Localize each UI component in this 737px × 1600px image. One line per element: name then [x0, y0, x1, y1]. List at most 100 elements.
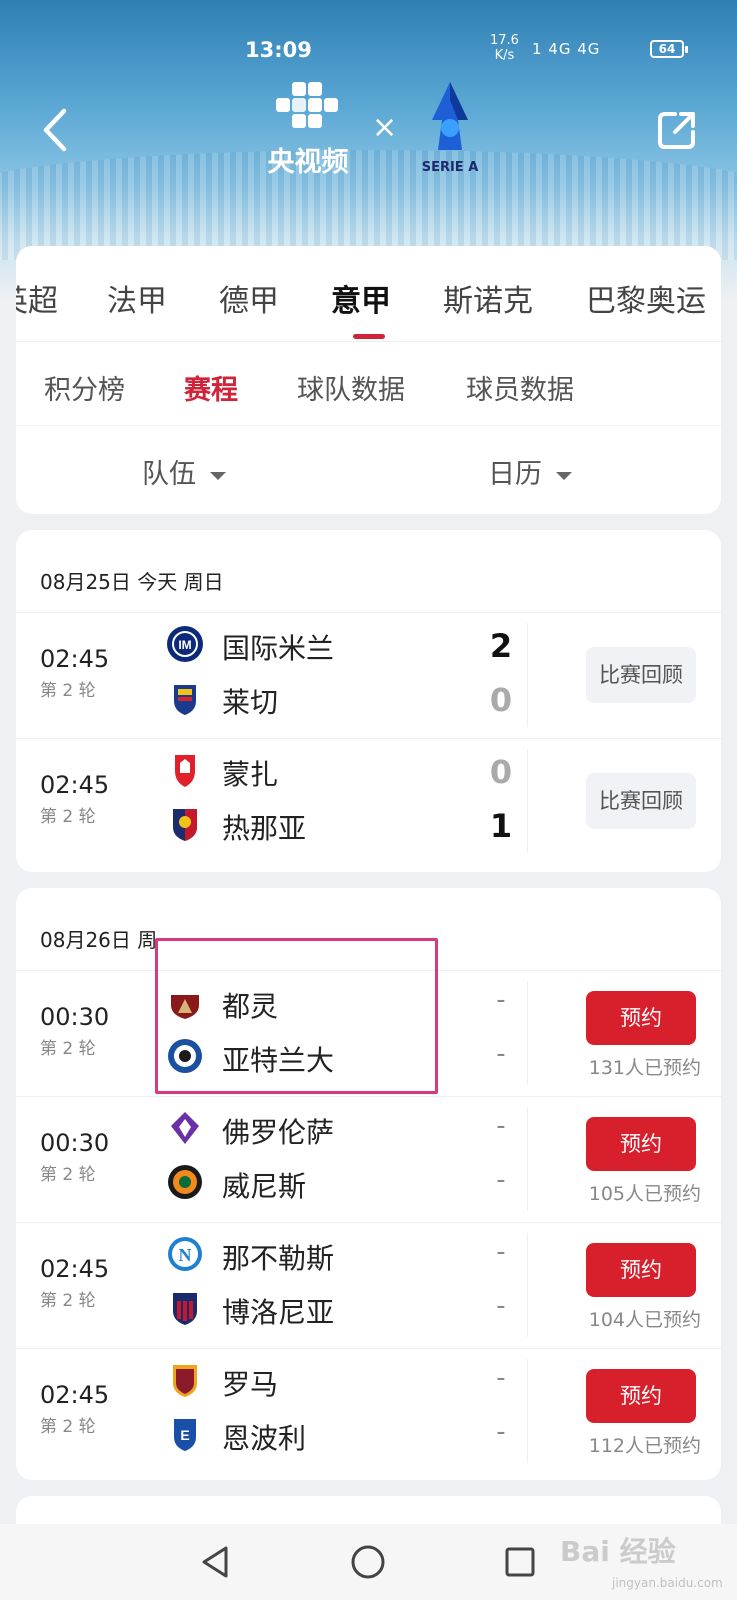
match-round: 第 2 轮	[40, 681, 96, 701]
tab-paris-olympics[interactable]: 巴黎奥运	[586, 276, 706, 320]
team-name: 热那亚	[222, 812, 307, 845]
match-time: 02:45	[40, 1381, 110, 1409]
match-time: 00:30	[40, 1129, 110, 1157]
team-name: 佛罗伦萨	[222, 1116, 335, 1149]
reserve-button[interactable]: 预约	[586, 1369, 696, 1423]
bologna-crest-icon	[173, 1293, 197, 1325]
signal-indicator: 1 4G 4G	[532, 40, 601, 58]
match-time: 00:30	[40, 1003, 110, 1031]
reserve-button[interactable]: 预约	[586, 1117, 696, 1171]
day-card: 08月25日 今天 周日 02:45 第 2 轮 IM 国际米兰 莱切 2 0 …	[16, 530, 721, 872]
fiorentina-crest-icon	[171, 1112, 199, 1144]
team-name: 国际米兰	[222, 632, 335, 665]
match-row[interactable]: 02:45 第 2 轮 IM 国际米兰 莱切 2 0 比赛回顾	[16, 613, 721, 739]
active-tab-indicator	[353, 334, 385, 339]
away-score: -	[496, 1039, 506, 1069]
team-name: 那不勒斯	[222, 1242, 335, 1275]
team-name: 蒙扎	[222, 758, 279, 791]
share-icon	[658, 112, 695, 149]
annotation-highlight-box	[155, 938, 438, 1094]
reservation-count: 112人已预约	[588, 1435, 701, 1457]
divider	[527, 1107, 528, 1211]
caret-down-icon	[556, 471, 572, 480]
reservation-count: 131人已预约	[588, 1057, 701, 1079]
match-row[interactable]: 00:30 第 2 轮 佛罗伦萨 威尼斯 - - 预约 105人已预约	[16, 1097, 721, 1223]
calendar-filter-label: 日历	[488, 459, 542, 490]
svg-text:N: N	[179, 1245, 192, 1265]
chevron-left-icon	[43, 108, 67, 152]
calendar-filter-dropdown[interactable]: 日历	[488, 452, 572, 491]
tab-serie-a[interactable]: 意甲	[331, 276, 391, 320]
empoli-crest-icon: E	[174, 1419, 196, 1451]
filter-bar: 队伍 日历	[16, 426, 721, 514]
home-score: -	[496, 1363, 506, 1393]
tab-bundesliga[interactable]: 德甲	[219, 276, 279, 320]
tab-ligue-1[interactable]: 法甲	[107, 276, 167, 320]
reservation-count: 104人已预约	[588, 1309, 701, 1331]
match-round: 第 2 轮	[40, 1291, 96, 1311]
team-filter-label: 队伍	[142, 459, 196, 490]
home-score: -	[496, 1111, 506, 1141]
match-row[interactable]: 02:45 第 2 轮 罗马 E 恩波利 - - 预约 112人已预约	[16, 1349, 721, 1475]
date-header: 08月25日 今天 周日	[40, 570, 224, 594]
home-score: -	[496, 1237, 506, 1267]
divider	[527, 1359, 528, 1463]
team-name: 罗马	[222, 1368, 279, 1401]
times-symbol: ×	[372, 110, 398, 145]
match-replay-button[interactable]: 比赛回顾	[586, 773, 696, 829]
home-score: 0	[489, 753, 513, 791]
serie-a-label: SERIE A	[421, 160, 479, 175]
cctv-logo-icon	[276, 82, 338, 128]
tab-premier-league[interactable]: 英超	[16, 276, 58, 320]
away-score: 0	[489, 681, 513, 719]
status-time: 13:09	[245, 38, 312, 62]
nav-home-button[interactable]	[348, 1542, 388, 1582]
match-time: 02:45	[40, 645, 110, 673]
divider	[527, 981, 528, 1085]
match-time: 02:45	[40, 1255, 110, 1283]
share-button[interactable]	[655, 108, 699, 152]
away-score: 1	[489, 807, 513, 845]
caret-down-icon	[210, 471, 226, 480]
match-replay-button[interactable]: 比赛回顾	[586, 647, 696, 703]
away-score: -	[496, 1165, 506, 1195]
match-round: 第 2 轮	[40, 1417, 96, 1437]
tab-player-stats[interactable]: 球员数据	[466, 368, 574, 407]
home-score: -	[496, 985, 506, 1015]
tab-standings[interactable]: 积分榜	[44, 368, 125, 407]
roma-crest-icon	[173, 1365, 197, 1397]
team-name: 威尼斯	[222, 1170, 307, 1203]
back-button[interactable]	[36, 105, 76, 155]
match-round: 第 2 轮	[40, 1165, 96, 1185]
reserve-button[interactable]: 预约	[586, 991, 696, 1045]
cctv-logo	[262, 80, 352, 140]
match-row[interactable]: 02:45 第 2 轮 N 那不勒斯 博洛尼亚 - - 预约 104人已预约	[16, 1223, 721, 1349]
match-row[interactable]: 02:45 第 2 轮 蒙扎 热那亚 0 1 比赛回顾	[16, 739, 721, 865]
tab-snooker[interactable]: 斯诺克	[443, 276, 533, 320]
reserve-button[interactable]: 预约	[586, 1243, 696, 1297]
nav-recents-button[interactable]	[500, 1542, 540, 1582]
navigation-card: 英超 法甲 德甲 意甲 斯诺克 巴黎奥运 积分榜 赛程 球队数据 球员数据 队伍…	[16, 246, 721, 514]
team-name: 恩波利	[222, 1422, 307, 1455]
reservation-count: 105人已预约	[588, 1183, 701, 1205]
brand-name: 央视频	[267, 147, 349, 178]
battery-icon: 64	[650, 40, 688, 58]
triangle-back-icon	[202, 1546, 228, 1578]
divider	[527, 1233, 528, 1337]
status-bar: 13:09 17.6 K/s 1 4G 4G 64	[0, 33, 737, 66]
svg-text:IM: IM	[178, 638, 191, 652]
team-filter-dropdown[interactable]: 队伍	[142, 452, 226, 491]
serie-a-logo-icon	[432, 82, 468, 150]
away-score: -	[496, 1291, 506, 1321]
tab-schedule[interactable]: 赛程	[184, 368, 238, 407]
square-recents-icon	[505, 1547, 535, 1577]
monza-crest-icon	[175, 755, 195, 787]
venezia-crest-icon	[168, 1165, 202, 1199]
tab-team-stats[interactable]: 球队数据	[297, 368, 405, 407]
away-score: -	[496, 1417, 506, 1447]
team-name: 博洛尼亚	[222, 1296, 335, 1329]
team-name: 莱切	[222, 686, 279, 719]
league-tabs: 英超 法甲 德甲 意甲 斯诺克 巴黎奥运	[16, 246, 721, 342]
nav-back-button[interactable]	[196, 1542, 236, 1582]
home-score: 2	[489, 627, 513, 665]
